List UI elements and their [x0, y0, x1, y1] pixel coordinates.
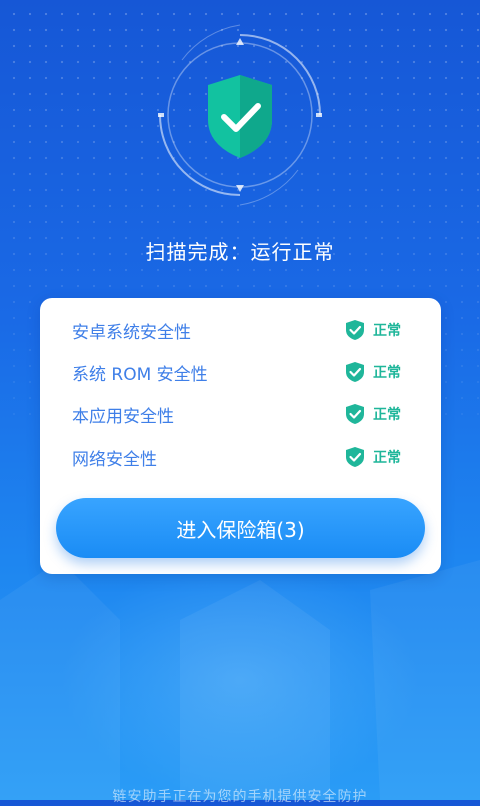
- check-label: 网络安全性: [72, 449, 157, 470]
- check-row-android: 安卓系统安全性 正常: [72, 315, 401, 345]
- footer-protection-text: 链安助手正在为您的手机提供安全防护: [112, 789, 368, 805]
- check-row-rom: 系统 ROM 安全性 正常: [72, 357, 401, 387]
- check-label: 系统 ROM 安全性: [72, 364, 208, 385]
- scan-status-title: 扫描完成：运行正常: [145, 240, 335, 264]
- shield-check-icon: [346, 362, 364, 382]
- check-row-app: 本应用安全性 正常: [72, 399, 401, 429]
- shield-check-icon: [346, 447, 364, 467]
- check-row-network: 网络安全性 正常: [72, 442, 401, 472]
- check-label: 本应用安全性: [72, 406, 174, 427]
- scan-radar: [158, 24, 322, 206]
- shield-check-icon: [208, 75, 272, 158]
- check-status: 正常: [373, 323, 401, 339]
- check-status: 正常: [373, 450, 401, 466]
- enter-vault-button[interactable]: 进入保险箱(3): [56, 498, 425, 558]
- check-status: 正常: [373, 365, 401, 381]
- check-label: 安卓系统安全性: [72, 322, 191, 343]
- background-shapes: [0, 560, 480, 800]
- shield-check-icon: [346, 320, 364, 340]
- check-status: 正常: [373, 407, 401, 423]
- shield-check-icon: [346, 404, 364, 424]
- security-check-card: 安卓系统安全性 正常 系统 ROM 安全性 正常 本应用安全性 正常 网络安全性…: [40, 298, 441, 574]
